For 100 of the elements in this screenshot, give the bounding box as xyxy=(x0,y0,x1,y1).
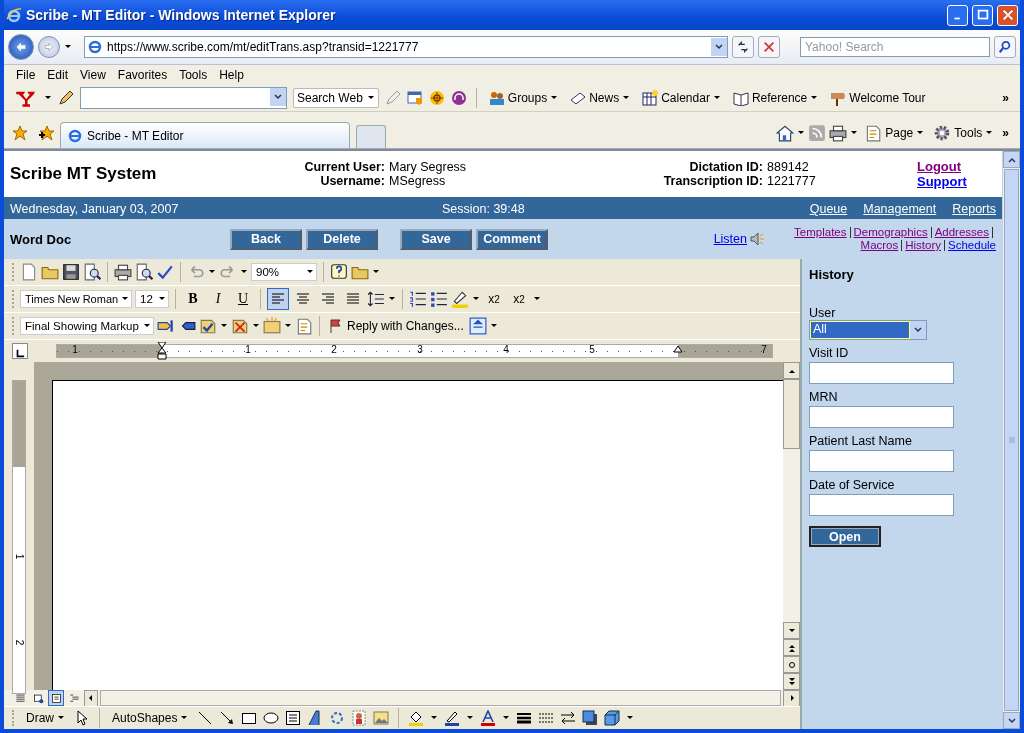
toolbar-search-field[interactable] xyxy=(80,87,287,109)
caret-icon[interactable] xyxy=(810,94,819,102)
header-link[interactable]: Support xyxy=(917,174,967,189)
section-link[interactable]: Templates xyxy=(794,226,847,239)
caret-icon[interactable] xyxy=(252,322,260,330)
caret-icon[interactable] xyxy=(797,129,806,137)
input-field[interactable] xyxy=(809,494,954,516)
menu-item[interactable]: Help xyxy=(213,68,250,82)
caret-icon[interactable] xyxy=(158,295,166,303)
toolbar-item[interactable]: Groups xyxy=(485,90,562,106)
grip-icon[interactable] xyxy=(1007,436,1016,444)
caret-icon[interactable] xyxy=(430,714,439,722)
caret-icon[interactable] xyxy=(121,295,129,303)
nav-link[interactable]: Reports xyxy=(952,202,996,216)
caret-icon[interactable] xyxy=(372,268,380,276)
bullet-list-icon[interactable] xyxy=(430,290,448,308)
text-box-icon[interactable] xyxy=(285,710,302,726)
left-arrow-icon[interactable] xyxy=(87,694,95,702)
caret-icon[interactable] xyxy=(57,714,65,722)
caret-icon[interactable] xyxy=(533,295,541,303)
signpost-icon[interactable] xyxy=(830,90,847,106)
menu-item[interactable]: Edit xyxy=(41,68,75,82)
numbered-list-icon[interactable] xyxy=(409,290,427,308)
caret-icon[interactable] xyxy=(306,268,314,276)
format-button[interactable]: I xyxy=(207,288,229,310)
spelling-check-icon[interactable] xyxy=(156,263,174,281)
command-overflow[interactable]: » xyxy=(999,126,1012,140)
caret-icon[interactable] xyxy=(550,94,559,102)
caret-icon[interactable] xyxy=(502,714,511,722)
font-color-icon[interactable] xyxy=(480,710,497,726)
caret-icon[interactable] xyxy=(472,295,480,303)
menu-item[interactable]: View xyxy=(74,68,112,82)
gear-icon[interactable] xyxy=(933,124,952,142)
double-up-arrow-icon[interactable] xyxy=(787,643,796,652)
fill-color-icon[interactable] xyxy=(408,710,425,726)
home-icon[interactable] xyxy=(776,124,795,142)
print-preview-icon[interactable] xyxy=(135,263,153,281)
caret-icon[interactable] xyxy=(985,129,994,137)
scroll-up-button[interactable] xyxy=(783,362,800,379)
reject-change-icon[interactable] xyxy=(231,317,249,335)
nav-link[interactable]: Management xyxy=(863,202,937,216)
caret-icon[interactable] xyxy=(208,268,216,276)
rectangle-icon[interactable] xyxy=(241,710,258,726)
3d-icon[interactable] xyxy=(604,710,621,726)
down-arrow-icon[interactable] xyxy=(787,626,796,635)
caret-icon[interactable] xyxy=(143,322,151,330)
browse-object-button[interactable] xyxy=(783,656,800,673)
header-link[interactable]: Logout xyxy=(917,159,967,174)
reply-with-changes-button[interactable]: Reply with Changes... xyxy=(326,318,466,334)
caret-icon[interactable] xyxy=(489,322,498,330)
dropdown-icon[interactable] xyxy=(715,43,723,51)
command-menu[interactable]: Page xyxy=(861,124,928,142)
dropdown-icon[interactable] xyxy=(914,326,922,334)
caret-icon[interactable] xyxy=(180,714,189,722)
search-field[interactable]: Yahoo! Search xyxy=(800,37,990,57)
print-icon[interactable] xyxy=(114,263,132,281)
caret-icon[interactable] xyxy=(626,714,635,722)
calendar-icon[interactable] xyxy=(642,90,659,106)
action-button[interactable]: Save xyxy=(400,228,472,250)
address-field[interactable]: https://www.scribe.com/mt/editTrans.asp?transid=1221777 xyxy=(84,36,728,58)
circle-icon[interactable] xyxy=(787,660,796,669)
accept-change-icon[interactable] xyxy=(199,317,217,335)
caret-icon[interactable] xyxy=(466,714,475,722)
star-icon[interactable] xyxy=(12,125,28,141)
search-web-button[interactable]: Search Web xyxy=(293,88,379,108)
window-icon[interactable] xyxy=(406,90,423,106)
input-field[interactable] xyxy=(809,406,954,428)
highlight-icon[interactable] xyxy=(451,290,469,308)
caret-icon[interactable] xyxy=(712,94,721,102)
open-button[interactable]: Open xyxy=(809,526,881,547)
display-icon[interactable] xyxy=(468,317,487,335)
toolbar-overflow[interactable]: » xyxy=(999,91,1012,105)
horizontal-ruler[interactable]: 1 1 2 3 4 5 7 xyxy=(56,344,773,358)
caret-icon[interactable] xyxy=(622,94,631,102)
action-button[interactable]: Back xyxy=(230,228,302,250)
command-menu[interactable]: Tools xyxy=(930,124,997,142)
menu-item[interactable]: Favorites xyxy=(111,68,174,82)
toolbar-item[interactable]: Welcome Tour xyxy=(827,90,929,106)
back-arrow-icon[interactable] xyxy=(14,40,28,54)
save-icon[interactable] xyxy=(62,263,80,281)
new-document-icon[interactable] xyxy=(20,263,38,281)
next-page-button[interactable] xyxy=(783,673,800,690)
tab-selector[interactable] xyxy=(12,343,28,359)
previous-page-button[interactable] xyxy=(783,639,800,656)
speaker-icon[interactable] xyxy=(749,231,765,247)
previous-change-icon[interactable] xyxy=(157,317,175,335)
caret-icon[interactable] xyxy=(388,295,396,303)
section-link[interactable]: Schedule xyxy=(948,239,996,252)
input-field[interactable] xyxy=(809,362,954,384)
diagram-icon[interactable] xyxy=(329,710,346,726)
markup-view-select[interactable]: Final Showing Markup xyxy=(20,317,154,335)
section-link[interactable]: Demographics xyxy=(853,226,928,239)
action-button[interactable]: Delete xyxy=(306,228,378,250)
arrow-style-icon[interactable] xyxy=(560,710,577,726)
section-link[interactable]: History xyxy=(905,239,942,252)
people-icon[interactable] xyxy=(488,90,505,106)
line-color-icon[interactable] xyxy=(444,710,461,726)
caret-icon[interactable] xyxy=(850,129,859,137)
section-link[interactable]: Macros xyxy=(860,239,899,252)
dropdown-icon[interactable] xyxy=(274,93,282,101)
